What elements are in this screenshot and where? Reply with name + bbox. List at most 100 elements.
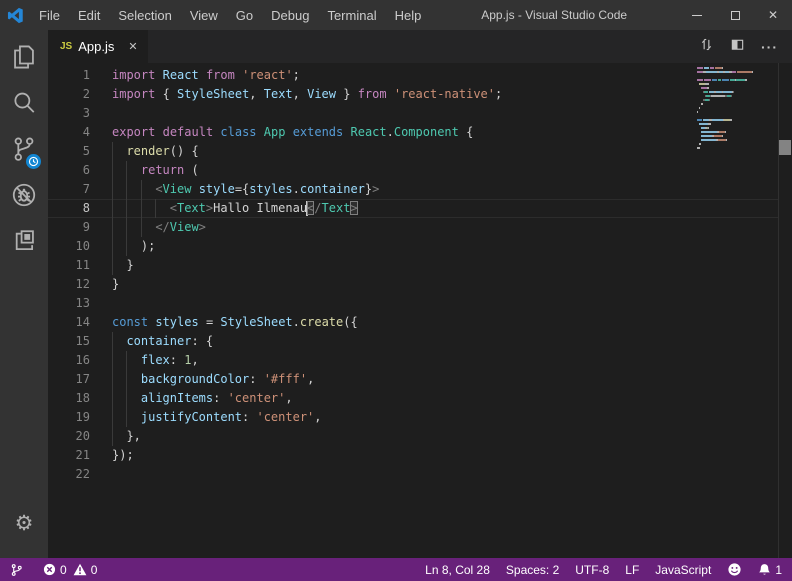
line-number[interactable]: 4 [48, 123, 112, 142]
line-number[interactable]: 20 [48, 427, 112, 446]
code-token: View [307, 87, 336, 101]
sidebar-item-extensions[interactable] [0, 220, 48, 266]
code-token: alignItems [141, 391, 213, 405]
line-number[interactable]: 9 [48, 218, 112, 237]
code-line[interactable]: 3 [48, 104, 778, 123]
code-line[interactable]: 15container: { [48, 332, 778, 351]
code-token: }, [126, 429, 140, 443]
sidebar-item-debug[interactable] [0, 174, 48, 220]
notifications-bell[interactable]: 1 [758, 563, 782, 577]
code-editor[interactable]: 1import React from 'react';2import { Sty… [48, 63, 792, 558]
menu-edit[interactable]: Edit [69, 8, 109, 23]
menu-terminal[interactable]: Terminal [318, 8, 385, 23]
line-number[interactable]: 22 [48, 465, 112, 484]
encoding-setting[interactable]: UTF-8 [575, 563, 609, 577]
code-token: import [112, 87, 155, 101]
indent-guide [126, 161, 140, 180]
line-number[interactable]: 14 [48, 313, 112, 332]
code-line[interactable]: 2import { StyleSheet, Text, View } from … [48, 85, 778, 104]
code-line[interactable]: 4export default class App extends React.… [48, 123, 778, 142]
code-line[interactable]: 6return ( [48, 161, 778, 180]
sync-arrows-icon[interactable] [699, 37, 714, 57]
code-token: , [314, 410, 321, 424]
line-number[interactable]: 10 [48, 237, 112, 256]
code-line[interactable]: 21}); [48, 446, 778, 465]
git-branch-icon[interactable] [10, 563, 23, 577]
code-line[interactable]: 9</View> [48, 218, 778, 237]
line-number[interactable]: 6 [48, 161, 112, 180]
eol-setting[interactable]: LF [625, 563, 639, 577]
sidebar-item-explorer[interactable] [0, 36, 48, 82]
code-line[interactable]: 18alignItems: 'center', [48, 389, 778, 408]
indent-guide [126, 199, 140, 218]
line-number[interactable]: 17 [48, 370, 112, 389]
indent-guide [112, 389, 126, 408]
line-number[interactable]: 16 [48, 351, 112, 370]
indent-guide [126, 389, 140, 408]
line-number[interactable]: 11 [48, 256, 112, 275]
code-token: flex [141, 353, 170, 367]
minimize-button[interactable] [678, 0, 716, 30]
close-button[interactable]: ✕ [754, 0, 792, 30]
feedback-smiley-icon[interactable] [727, 562, 742, 577]
line-number[interactable]: 7 [48, 180, 112, 199]
indentation-setting[interactable]: Spaces: 2 [506, 563, 559, 577]
menu-file[interactable]: File [30, 8, 69, 23]
line-number[interactable]: 12 [48, 275, 112, 294]
code-line[interactable]: 12} [48, 275, 778, 294]
tab-close-icon[interactable]: ✕ [128, 40, 137, 53]
overview-ruler[interactable] [778, 63, 792, 558]
indent-guide [112, 180, 126, 199]
sidebar-item-source-control[interactable] [0, 128, 48, 174]
line-number[interactable]: 21 [48, 446, 112, 465]
code-token: style [199, 182, 235, 196]
menu-debug[interactable]: Debug [262, 8, 318, 23]
code-line[interactable]: 20}, [48, 427, 778, 446]
code-content: <Text>Hallo Ilmenau</Text> [112, 199, 358, 218]
minimap[interactable] [697, 66, 777, 154]
code-line[interactable]: 8<Text>Hallo Ilmenau</Text> [48, 199, 778, 218]
code-line[interactable]: 14const styles = StyleSheet.create({ [48, 313, 778, 332]
code-line[interactable]: 10); [48, 237, 778, 256]
line-number[interactable]: 8 [48, 199, 112, 218]
code-line[interactable]: 1import React from 'react'; [48, 66, 778, 85]
line-number[interactable]: 15 [48, 332, 112, 351]
code-line[interactable]: 13 [48, 294, 778, 313]
more-actions-icon[interactable]: ··· [761, 39, 778, 55]
split-editor-icon[interactable] [730, 37, 745, 57]
menu-go[interactable]: Go [227, 8, 262, 23]
line-number[interactable]: 13 [48, 294, 112, 313]
code-line[interactable]: 17backgroundColor: '#fff', [48, 370, 778, 389]
code-line[interactable]: 16flex: 1, [48, 351, 778, 370]
menu-selection[interactable]: Selection [109, 8, 180, 23]
code-line[interactable]: 5render() { [48, 142, 778, 161]
code-line[interactable]: 19justifyContent: 'center', [48, 408, 778, 427]
code-line[interactable]: 11} [48, 256, 778, 275]
code-token: backgroundColor [141, 372, 249, 386]
indent-guide [112, 237, 126, 256]
code-line[interactable]: 22 [48, 465, 778, 484]
line-number[interactable]: 2 [48, 85, 112, 104]
warnings-indicator[interactable]: 0 [73, 563, 98, 577]
language-mode[interactable]: JavaScript [655, 563, 711, 577]
line-number[interactable]: 18 [48, 389, 112, 408]
code-token: StyleSheet [177, 87, 249, 101]
menu-view[interactable]: View [181, 8, 227, 23]
indent-guide [126, 408, 140, 427]
cursor-position[interactable]: Ln 8, Col 28 [425, 563, 490, 577]
line-number[interactable]: 5 [48, 142, 112, 161]
code-line[interactable]: 7<View style={styles.container}> [48, 180, 778, 199]
menu-help[interactable]: Help [386, 8, 431, 23]
code-token: default [163, 125, 214, 139]
code-token [191, 182, 198, 196]
code-token: , [307, 372, 314, 386]
errors-indicator[interactable]: 0 [43, 563, 67, 577]
settings-gear-button[interactable]: ⚙ [0, 500, 48, 546]
code-token: from [358, 87, 387, 101]
line-number[interactable]: 3 [48, 104, 112, 123]
maximize-button[interactable] [716, 0, 754, 30]
tab-app-js[interactable]: JS App.js ✕ [48, 30, 148, 63]
sidebar-item-search[interactable] [0, 82, 48, 128]
line-number[interactable]: 1 [48, 66, 112, 85]
line-number[interactable]: 19 [48, 408, 112, 427]
